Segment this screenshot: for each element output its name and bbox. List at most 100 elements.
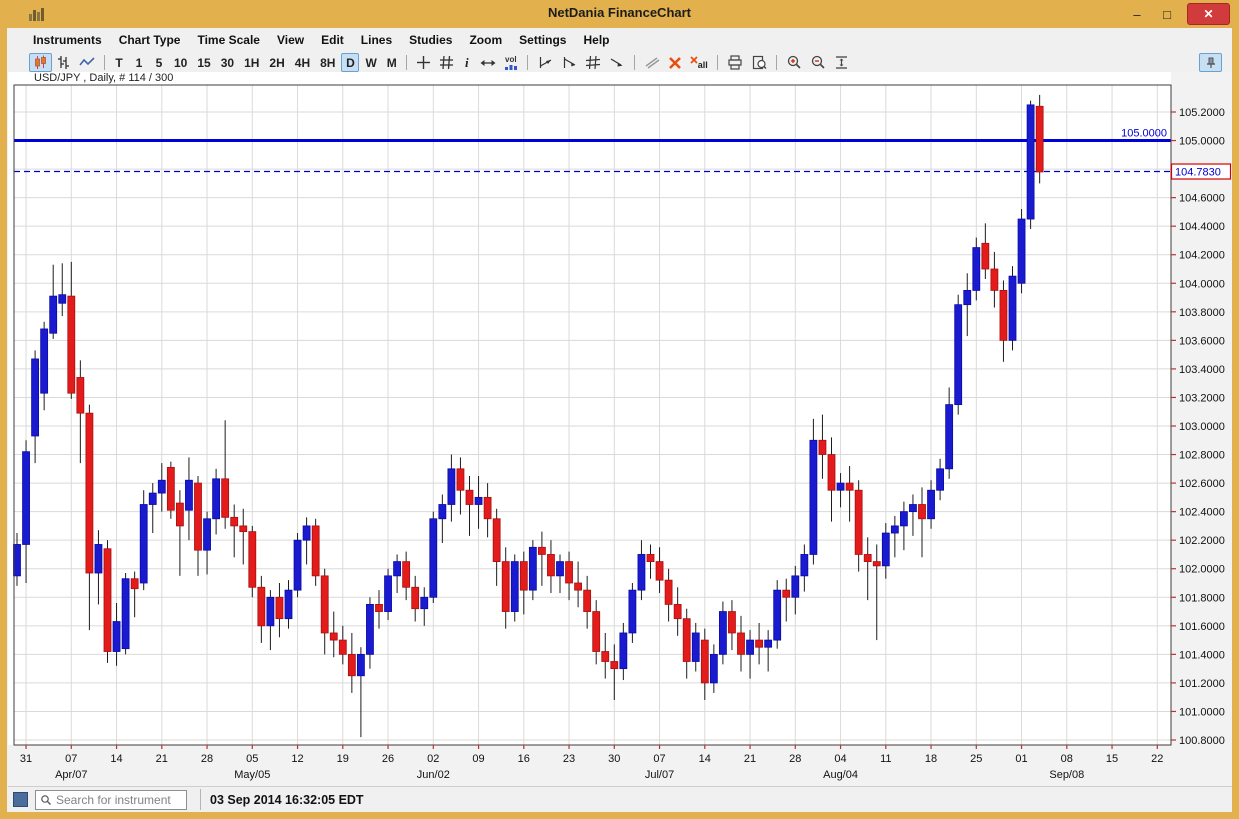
delete-all-lines-icon[interactable]: all [686, 53, 712, 72]
x-axis-day-label: 15 [1106, 753, 1118, 765]
freehand-lines-icon[interactable] [640, 53, 664, 72]
candle-up [366, 604, 373, 654]
timeframe-W[interactable]: W [361, 53, 380, 72]
ray-arrow-icon[interactable] [605, 53, 629, 72]
pin-panel-icon[interactable] [1199, 53, 1222, 72]
maximize-button[interactable]: □ [1155, 4, 1179, 24]
candle-down [457, 469, 464, 490]
candle-down [520, 562, 527, 591]
candle-up [448, 469, 455, 505]
parallel-channel-icon[interactable] [581, 53, 605, 72]
instrument-list-button[interactable] [13, 792, 28, 807]
delete-line-icon[interactable] [664, 53, 686, 72]
status-bar: 03 Sep 2014 16:32:05 EDT [8, 786, 1232, 812]
candle-up [158, 480, 165, 493]
candle-up [50, 296, 57, 333]
line-chart-icon[interactable] [75, 53, 99, 72]
candlestick-chart-icon[interactable] [29, 53, 52, 72]
timeframe-2H[interactable]: 2H [265, 53, 288, 72]
candlestick-chart[interactable]: 105.0000105.2000105.0000104.6000104.4000… [8, 72, 1232, 786]
candle-down [538, 547, 545, 554]
menu-view[interactable]: View [277, 33, 304, 47]
trendline-flag-icon[interactable] [533, 53, 557, 72]
timeframe-M[interactable]: M [383, 53, 401, 72]
toolbar-separator [634, 55, 635, 70]
y-axis-label: 104.0000 [1179, 278, 1225, 290]
print-icon[interactable] [723, 53, 747, 72]
candle-up [385, 576, 392, 612]
grid-icon[interactable] [435, 53, 458, 72]
timeframe-1H[interactable]: 1H [240, 53, 263, 72]
y-axis-label: 101.8000 [1179, 592, 1225, 604]
timeframe-4H[interactable]: 4H [291, 53, 314, 72]
candle-up [719, 612, 726, 655]
instrument-label: USD/JPY , Daily, # 114 / 300 [34, 72, 173, 84]
x-axis-day-label: 31 [20, 753, 32, 765]
candle-up [511, 562, 518, 612]
candle-down [855, 490, 862, 554]
menu-studies[interactable]: Studies [409, 33, 452, 47]
menu-zoom[interactable]: Zoom [469, 33, 502, 47]
y-axis-label: 102.4000 [1179, 507, 1225, 519]
y-axis-label: 100.8000 [1179, 735, 1225, 747]
candle-up [421, 597, 428, 608]
timeframe-8H[interactable]: 8H [316, 53, 339, 72]
candle-up [140, 505, 147, 584]
candle-up [439, 505, 446, 519]
candle-down [864, 554, 871, 561]
timeframe-30[interactable]: 30 [217, 53, 238, 72]
candle-up [629, 590, 636, 633]
toolbar-separator [776, 55, 777, 70]
menu-instruments[interactable]: Instruments [33, 33, 102, 47]
candle-up [810, 440, 817, 554]
timeframe-10[interactable]: 10 [170, 53, 191, 72]
trendline-angle-icon[interactable] [557, 53, 581, 72]
candle-up [882, 533, 889, 566]
window-title: NetDania FinanceChart [0, 5, 1239, 20]
close-button[interactable]: ✕ [1187, 3, 1230, 25]
crosshair-icon[interactable] [412, 53, 435, 72]
candle-up [122, 579, 129, 649]
chart-panel[interactable]: USD/JPY , Daily, # 114 / 300 105.0000105… [8, 72, 1232, 786]
menu-settings[interactable]: Settings [519, 33, 566, 47]
print-preview-icon[interactable] [747, 53, 771, 72]
menu-lines[interactable]: Lines [361, 33, 392, 47]
candle-down [873, 562, 880, 566]
menu-bar: Instruments Chart Type Time Scale View Edit L… [7, 28, 1232, 52]
volume-icon[interactable]: vol [500, 53, 522, 72]
candle-up [95, 544, 102, 573]
menu-time-scale[interactable]: Time Scale [197, 33, 259, 47]
timeframe-D[interactable]: D [341, 53, 359, 72]
minimize-button[interactable]: – [1125, 4, 1149, 24]
title-bar[interactable]: NetDania FinanceChart – □ ✕ [0, 0, 1239, 28]
info-icon[interactable]: i [458, 53, 476, 72]
candle-down [1036, 106, 1043, 172]
candle-down [249, 532, 256, 588]
candle-down [321, 576, 328, 633]
search-box[interactable] [35, 790, 187, 810]
timeframe-1[interactable]: 1 [130, 53, 148, 72]
zoom-in-icon[interactable] [782, 53, 806, 72]
candle-down [991, 269, 998, 290]
fit-vertical-icon[interactable] [830, 53, 853, 72]
timeframe-15[interactable]: 15 [193, 53, 214, 72]
timeframe-T[interactable]: T [110, 53, 128, 72]
x-axis-month-label: Apr/07 [55, 769, 87, 781]
candle-down [403, 562, 410, 588]
ohlc-bar-chart-icon[interactable] [52, 53, 75, 72]
candle-up [774, 590, 781, 640]
menu-edit[interactable]: Edit [321, 33, 344, 47]
zoom-out-icon[interactable] [806, 53, 830, 72]
menu-help[interactable]: Help [583, 33, 609, 47]
menu-chart-type[interactable]: Chart Type [119, 33, 181, 47]
timeframe-5[interactable]: 5 [150, 53, 168, 72]
search-input[interactable] [52, 793, 172, 807]
pan-horizontal-icon[interactable] [476, 53, 500, 72]
candle-down [1000, 290, 1007, 340]
candle-up [928, 490, 935, 519]
candle-down [466, 490, 473, 504]
candle-up [792, 576, 799, 597]
y-axis-label: 101.0000 [1179, 706, 1225, 718]
candle-down [348, 654, 355, 675]
candle-up [692, 633, 699, 662]
